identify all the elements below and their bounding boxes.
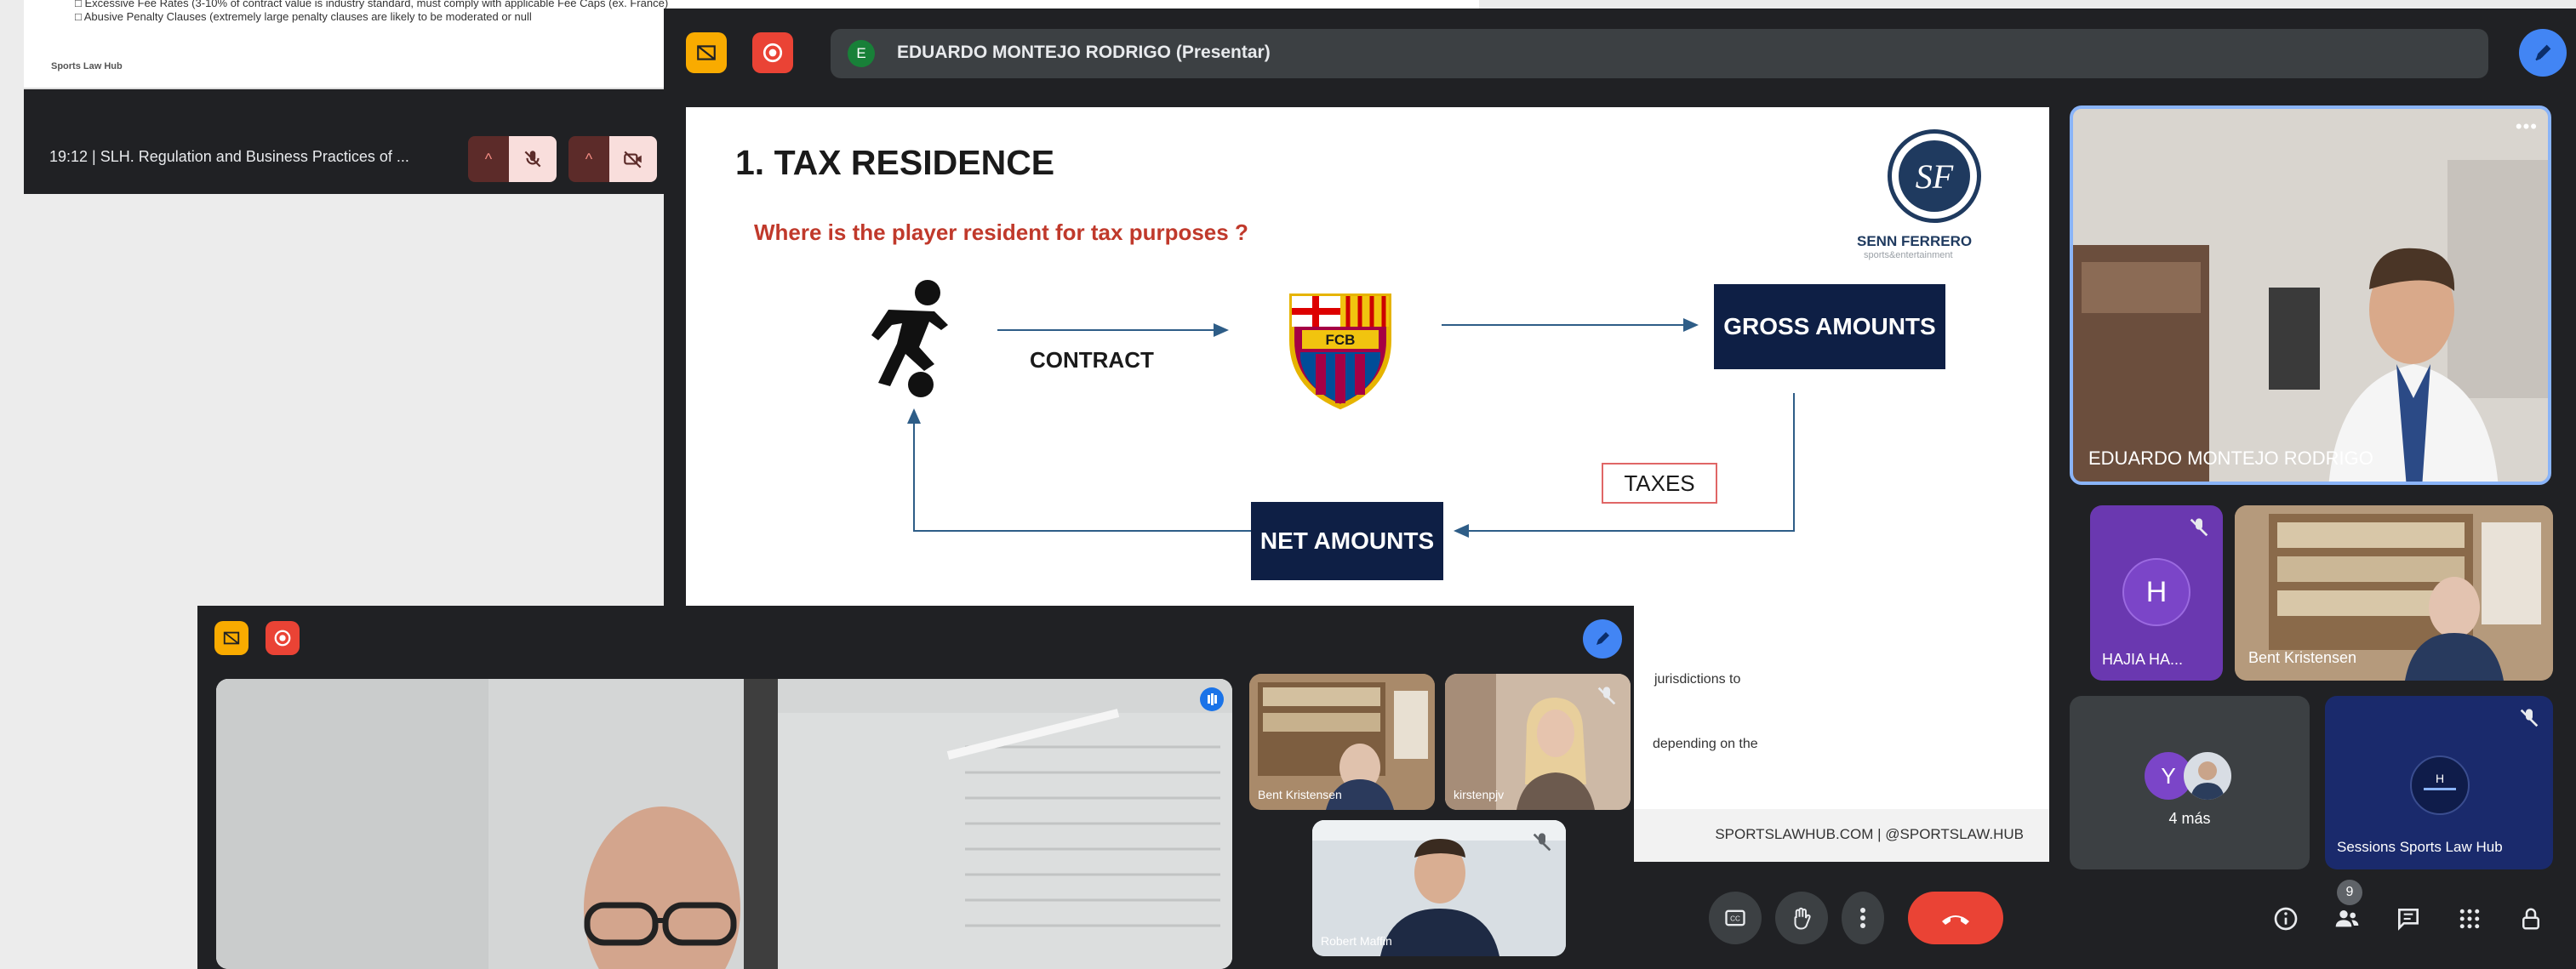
- slide-footer-text: SPORTSLAWHUB.COM | @SPORTSLAW.HUB: [1715, 826, 2024, 842]
- participant-tile-kirsten[interactable]: kirstenpjv: [1445, 674, 1631, 810]
- chat-icon: [2398, 909, 2419, 931]
- speaker-video: [2073, 109, 2548, 482]
- participant-name: Bent Kristensen: [2248, 649, 2357, 666]
- participant-avatar: [2184, 752, 2231, 800]
- annotate-button[interactable]: [2519, 29, 2567, 77]
- mic-off-icon: [1597, 687, 1616, 705]
- pin-button[interactable]: [214, 621, 248, 655]
- host-controls-button[interactable]: [2516, 903, 2546, 934]
- chat-button[interactable]: [2393, 903, 2424, 934]
- info-button[interactable]: [2270, 903, 2301, 934]
- participant-name: HAJIA HA...: [2102, 651, 2184, 668]
- annotate-button[interactable]: [1583, 619, 1622, 658]
- presenter-avatar: E: [848, 40, 875, 67]
- record-icon: [274, 630, 291, 647]
- document-logo: Sports Law Hub: [51, 61, 123, 71]
- audio-level-icon: [1200, 687, 1224, 711]
- main-video-tile[interactable]: [216, 679, 1232, 969]
- camera-off-icon: [624, 151, 642, 168]
- record-button[interactable]: [266, 621, 300, 655]
- participant-name: Robert Maffin: [1321, 934, 1392, 948]
- presenter-banner[interactable]: E EDUARDO MONTEJO RODRIGO (Presentar): [831, 29, 2488, 78]
- camera-off-button[interactable]: [609, 136, 657, 182]
- leave-call-button[interactable]: [1908, 892, 2003, 944]
- mic-off-icon: [2520, 709, 2539, 727]
- meet-top-bar: E EDUARDO MONTEJO RODRIGO (Presentar): [664, 9, 2576, 94]
- document-line: □ Abusive Penalty Clauses (extremely lar…: [75, 10, 532, 23]
- sports-law-hub-logo: H: [2410, 755, 2470, 815]
- presenter-label: EDUARDO MONTEJO RODRIGO (Presentar): [897, 43, 1271, 62]
- people-button[interactable]: [2330, 903, 2364, 934]
- apps-grid-icon: [2459, 909, 2480, 929]
- captions-button[interactable]: CC: [1709, 892, 1762, 944]
- raise-hand-button[interactable]: [1775, 892, 1828, 944]
- mic-off-icon: [2190, 518, 2208, 537]
- speaker-video-tile[interactable]: ••• EDUARDO MONTEJO RODRIGO: [2070, 105, 2551, 485]
- more-participants-label: 4 más: [2168, 810, 2211, 827]
- pen-icon: [1596, 632, 1609, 645]
- hand-icon: [1794, 907, 1811, 930]
- participant-avatar: H: [2122, 558, 2190, 626]
- mic-off-icon: [524, 151, 541, 168]
- layout-icon: [697, 45, 716, 60]
- svg-text:H: H: [2436, 772, 2444, 785]
- hang-up-icon: [1942, 915, 1969, 925]
- participant-name: Bent Kristensen: [1258, 788, 1342, 801]
- camera-control[interactable]: ^: [568, 136, 657, 182]
- more-options-icon[interactable]: •••: [2516, 116, 2538, 138]
- captions-icon: CC: [1725, 909, 1745, 926]
- layout-icon: [223, 631, 240, 645]
- people-icon: [2335, 910, 2359, 927]
- lock-person-icon: [2522, 908, 2539, 930]
- mic-off-button[interactable]: [509, 136, 557, 182]
- activities-button[interactable]: [2454, 903, 2485, 934]
- participant-tile-sessions[interactable]: H Sessions Sports Law Hub: [2325, 696, 2553, 869]
- chevron-up-icon[interactable]: ^: [468, 136, 509, 182]
- participant-tile-bent[interactable]: Bent Kristensen: [1249, 674, 1435, 810]
- mic-off-icon: [1533, 833, 1551, 852]
- participant-tile-bent[interactable]: Bent Kristensen: [2235, 505, 2553, 681]
- people-count-badge: 9: [2337, 880, 2362, 905]
- slide-text-fragment: depending on the: [1653, 737, 1758, 751]
- document-line: □ Excessive Fee Rates (3-10% of contract…: [75, 0, 669, 9]
- participant-name: kirstenpjv: [1454, 788, 1505, 801]
- participant-video: [216, 679, 1232, 969]
- mic-control[interactable]: ^: [468, 136, 557, 182]
- participant-tile-robert[interactable]: Robert Maffin: [1312, 820, 1566, 956]
- participant-tile-hajia[interactable]: H HAJIA HA...: [2090, 505, 2223, 681]
- record-icon: [763, 43, 783, 63]
- svg-text:CC: CC: [1730, 915, 1740, 923]
- speaker-name: EDUARDO MONTEJO RODRIGO: [2088, 447, 2373, 469]
- slide-text-fragment: jurisdictions to: [1654, 672, 1741, 687]
- pen-icon: [2535, 44, 2551, 61]
- chevron-up-icon[interactable]: ^: [568, 136, 609, 182]
- more-options-button[interactable]: [1842, 892, 1884, 944]
- more-participants-tile[interactable]: Y 4 más: [2070, 696, 2310, 869]
- more-vert-icon: [1860, 908, 1865, 928]
- participant-name: Sessions Sports Law Hub: [2337, 839, 2503, 855]
- info-icon: [2274, 907, 2298, 931]
- pin-button[interactable]: [686, 32, 727, 73]
- front-meet-window: Bent Kristensen kirstenpjv Robert Maffin: [197, 606, 1634, 969]
- meeting-title: 19:12 | SLH. Regulation and Business Pra…: [49, 148, 409, 165]
- record-button[interactable]: [752, 32, 793, 73]
